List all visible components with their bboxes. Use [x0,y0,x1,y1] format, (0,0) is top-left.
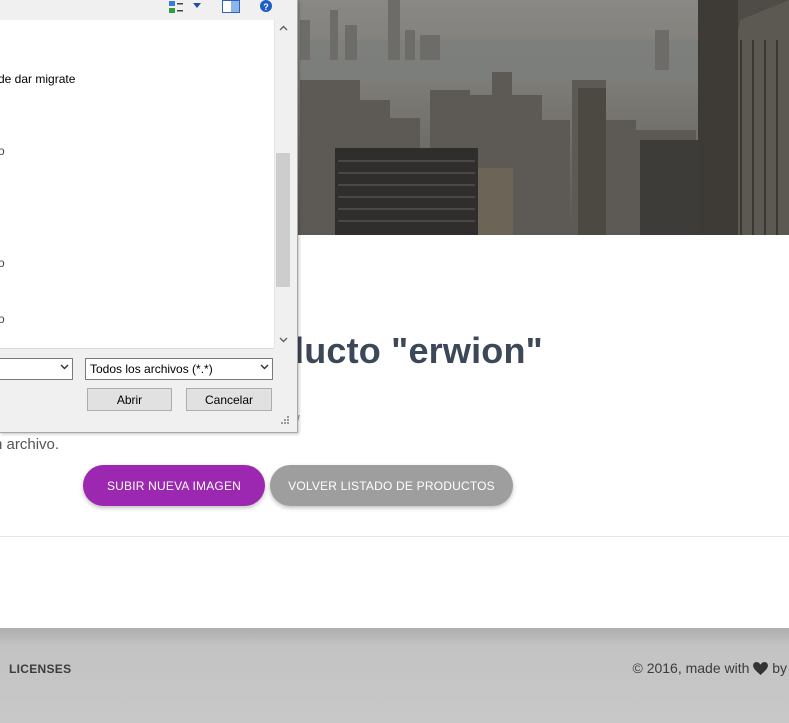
footer-copyright: © 2016, made with by [632,660,787,676]
description-line-2: n archivo. [0,436,60,453]
footer: LICENSES © 2016, made with by [0,628,789,723]
file-item[interactable]: de dar migrate [0,72,75,86]
view-options-icon[interactable] [168,0,184,14]
file-open-dialog: ? de dar migrate o o o Todos los archivo… [0,0,298,433]
scroll-down-icon[interactable] [275,332,291,348]
chevron-down-icon [260,364,269,370]
file-type-value: Todos los archivos (*.*) [90,362,213,376]
scrollbar-thumb[interactable] [276,153,290,287]
file-item[interactable]: o [0,312,5,326]
file-list[interactable]: de dar migrate o o o [0,20,274,349]
page-title: ducto "erwion" [282,330,543,371]
dialog-toolbar: ? [0,0,297,20]
cancel-button[interactable]: Cancelar [186,388,272,411]
back-to-products-button[interactable]: VOLVER LISTADO DE PRODUCTOS [270,465,513,506]
svg-text:?: ? [263,2,269,12]
file-type-select[interactable]: Todos los archivos (*.*) [85,358,273,380]
file-item[interactable]: o [0,256,5,270]
help-icon[interactable]: ? [259,0,273,12]
content-divider [0,536,789,537]
upload-image-button[interactable]: SUBIR NUEVA IMAGEN [83,465,265,506]
copyright-text: © 2016, made with [632,660,750,676]
scroll-up-icon[interactable] [275,20,291,36]
filename-combobox[interactable] [0,358,73,380]
copyright-by-text: by [772,660,787,676]
heart-icon [753,662,769,675]
file-list-scrollbar[interactable] [274,20,291,348]
file-item[interactable]: o [0,144,5,158]
open-button[interactable]: Abrir [87,388,172,411]
dropdown-arrow-icon[interactable] [192,2,202,10]
footer-licenses-link[interactable]: LICENSES [9,662,71,676]
resize-grip-icon[interactable] [281,416,289,424]
preview-pane-icon[interactable] [222,0,240,13]
chevron-down-icon [60,364,69,370]
